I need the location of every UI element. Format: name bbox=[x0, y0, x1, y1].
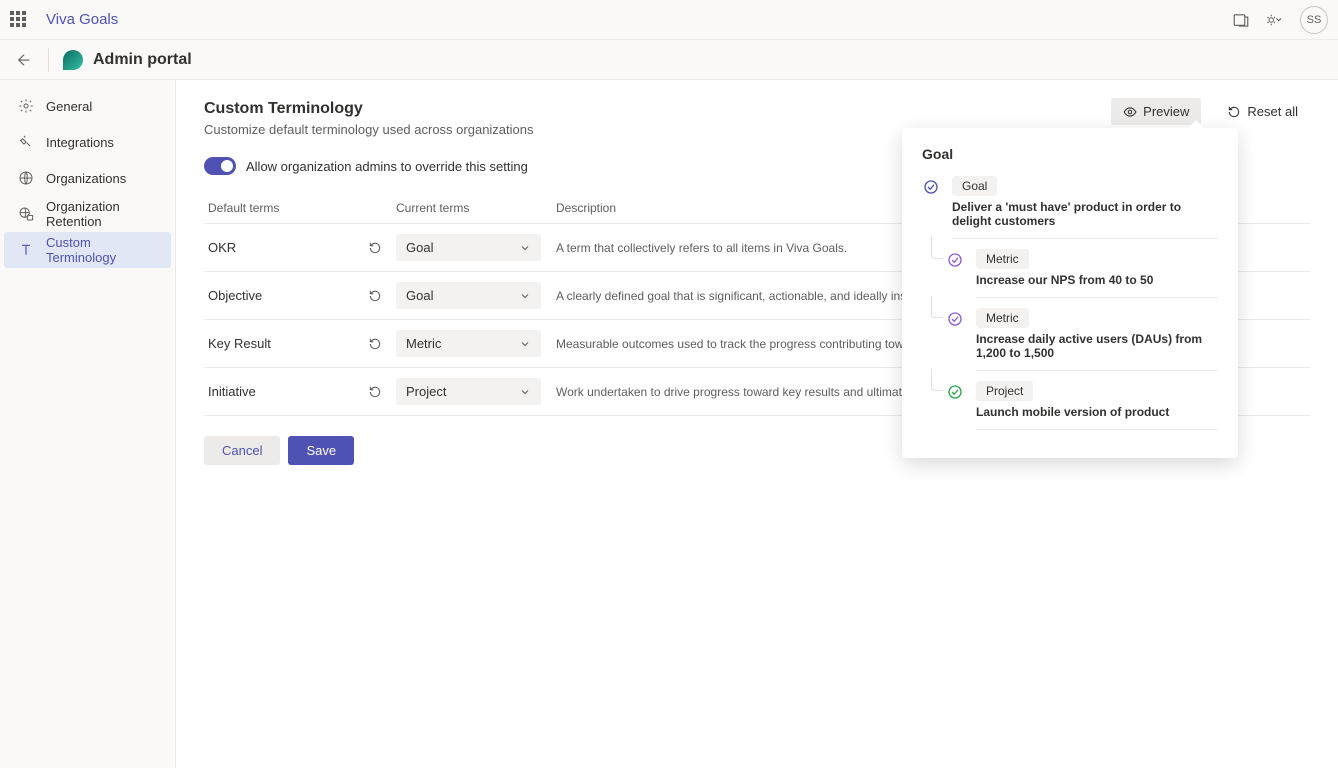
preview-chip: Goal bbox=[952, 176, 997, 196]
chevron-down-icon bbox=[519, 290, 531, 302]
globe-icon bbox=[18, 170, 34, 186]
sidebar-item-label: Integrations bbox=[46, 135, 114, 150]
sidebar-item-label: General bbox=[46, 99, 92, 114]
sidebar: General Integrations Organizations Organ… bbox=[0, 80, 176, 768]
preview-item: Goal Deliver a 'must have' product in or… bbox=[922, 176, 1218, 239]
viva-logo-icon bbox=[63, 50, 83, 70]
preview-chip: Metric bbox=[976, 308, 1029, 328]
sub-header: Admin portal bbox=[0, 40, 1338, 80]
sidebar-item-integrations[interactable]: Integrations bbox=[4, 124, 171, 160]
preview-item: Metric Increase daily active users (DAUs… bbox=[946, 308, 1218, 371]
override-toggle[interactable] bbox=[204, 157, 236, 175]
ms-apps-icon[interactable] bbox=[1232, 11, 1250, 29]
divider bbox=[48, 48, 49, 72]
gear-icon bbox=[18, 98, 34, 114]
sidebar-item-label: Custom Terminology bbox=[46, 235, 157, 265]
sidebar-item-org-retention[interactable]: Organization Retention bbox=[4, 196, 171, 232]
preview-popover: Goal Goal Deliver a 'must have' product … bbox=[902, 128, 1238, 458]
preview-text: Launch mobile version of product bbox=[976, 405, 1218, 430]
sidebar-item-general[interactable]: General bbox=[4, 88, 171, 124]
reset-row-icon[interactable] bbox=[368, 385, 388, 399]
chevron-down-icon bbox=[519, 242, 531, 254]
cancel-button[interactable]: Cancel bbox=[204, 436, 280, 465]
app-name[interactable]: Viva Goals bbox=[46, 11, 118, 28]
current-term-dropdown[interactable]: Metric bbox=[396, 330, 541, 357]
col-header-default: Default terms bbox=[204, 193, 364, 224]
sidebar-item-label: Organizations bbox=[46, 171, 126, 186]
preview-chip: Project bbox=[976, 381, 1033, 401]
reset-row-icon[interactable] bbox=[368, 337, 388, 351]
current-term-dropdown[interactable]: Goal bbox=[396, 234, 541, 261]
preview-chip: Metric bbox=[976, 249, 1029, 269]
default-term: Key Result bbox=[204, 320, 364, 368]
col-header-current: Current terms bbox=[392, 193, 552, 224]
popover-title: Goal bbox=[922, 146, 1218, 162]
preview-text: Deliver a 'must have' product in order t… bbox=[952, 200, 1218, 239]
reset-icon bbox=[1227, 105, 1241, 119]
reset-row-icon[interactable] bbox=[368, 241, 388, 255]
sidebar-item-organizations[interactable]: Organizations bbox=[4, 160, 171, 196]
preview-item-icon bbox=[946, 310, 964, 328]
chevron-down-icon bbox=[519, 386, 531, 398]
chevron-down-icon bbox=[519, 338, 531, 350]
default-term: Objective bbox=[204, 272, 364, 320]
toggle-label: Allow organization admins to override th… bbox=[246, 159, 528, 174]
preview-item: Metric Increase our NPS from 40 to 50 bbox=[946, 249, 1218, 298]
preview-item: Project Launch mobile version of product bbox=[946, 381, 1218, 430]
preview-text: Increase daily active users (DAUs) from … bbox=[976, 332, 1218, 371]
preview-text: Increase our NPS from 40 to 50 bbox=[976, 273, 1218, 298]
avatar[interactable]: SS bbox=[1300, 6, 1328, 34]
subheader-title: Admin portal bbox=[93, 51, 192, 69]
sidebar-item-label: Organization Retention bbox=[46, 199, 157, 229]
default-term: OKR bbox=[204, 224, 364, 272]
app-launcher-icon[interactable] bbox=[10, 11, 28, 29]
sidebar-item-custom-terminology[interactable]: Custom Terminology bbox=[4, 232, 171, 268]
top-bar: Viva Goals SS bbox=[0, 0, 1338, 40]
reset-row-icon[interactable] bbox=[368, 289, 388, 303]
current-term-dropdown[interactable]: Project bbox=[396, 378, 541, 405]
main-content: Preview Reset all Custom Terminology Cus… bbox=[176, 80, 1338, 768]
reset-all-button[interactable]: Reset all bbox=[1215, 98, 1310, 125]
plug-icon bbox=[18, 134, 34, 150]
globe-lock-icon bbox=[18, 206, 34, 222]
text-icon bbox=[18, 242, 34, 258]
current-term-dropdown[interactable]: Goal bbox=[396, 282, 541, 309]
default-term: Initiative bbox=[204, 368, 364, 416]
preview-item-icon bbox=[946, 383, 964, 401]
settings-dropdown-icon[interactable] bbox=[1264, 11, 1286, 29]
preview-item-icon bbox=[946, 251, 964, 269]
back-button[interactable] bbox=[10, 46, 38, 74]
save-button[interactable]: Save bbox=[288, 436, 354, 465]
preview-item-icon bbox=[922, 178, 940, 196]
eye-icon bbox=[1123, 105, 1137, 119]
